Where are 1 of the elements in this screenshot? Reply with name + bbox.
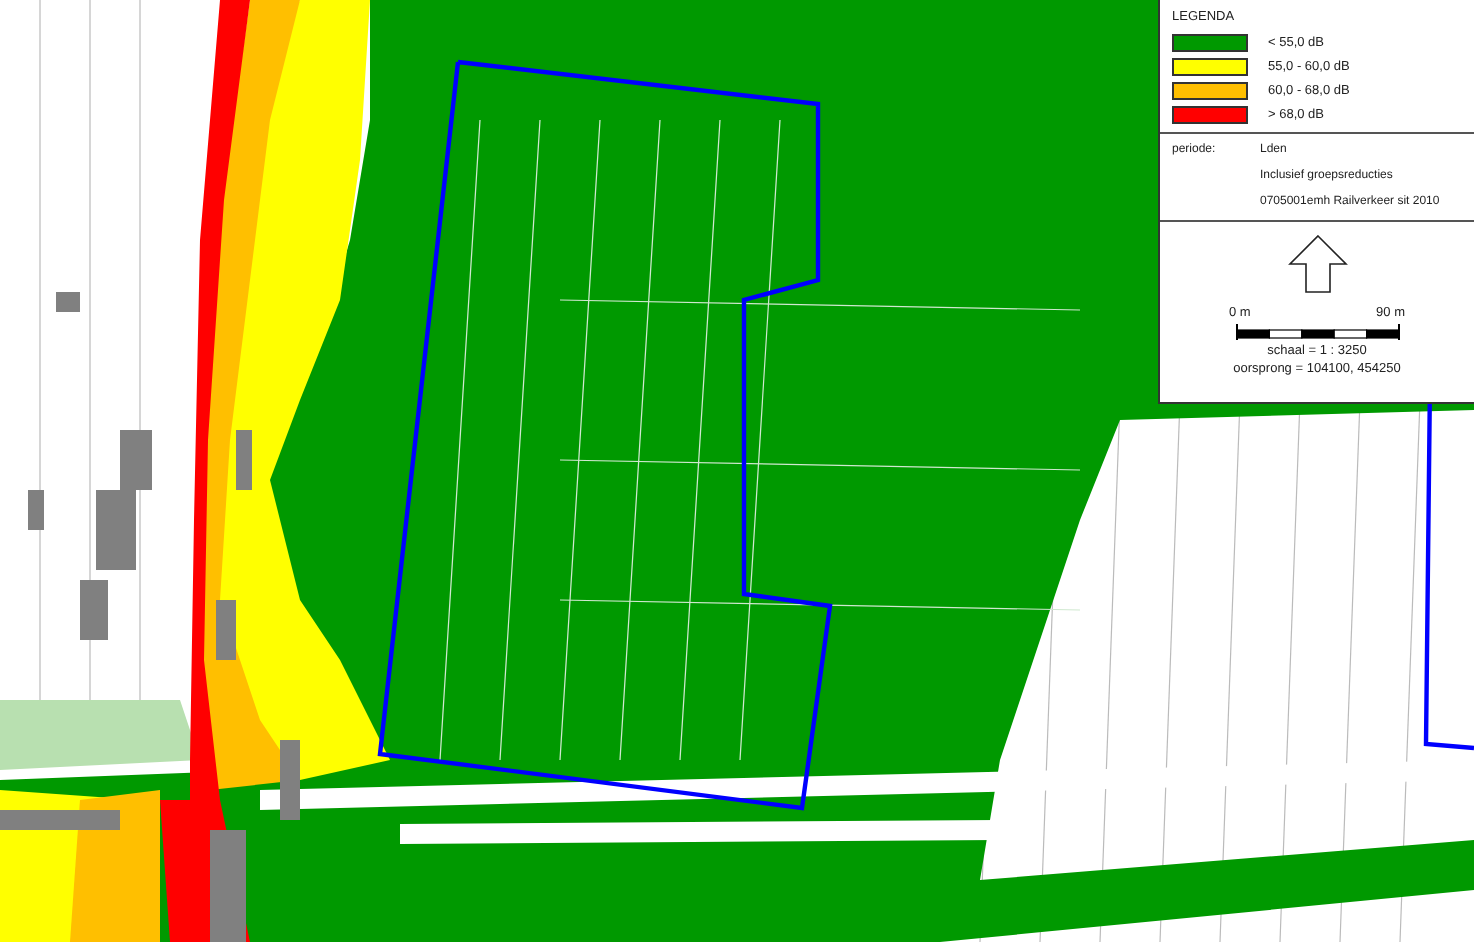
north-arrow-icon [1287, 234, 1347, 294]
